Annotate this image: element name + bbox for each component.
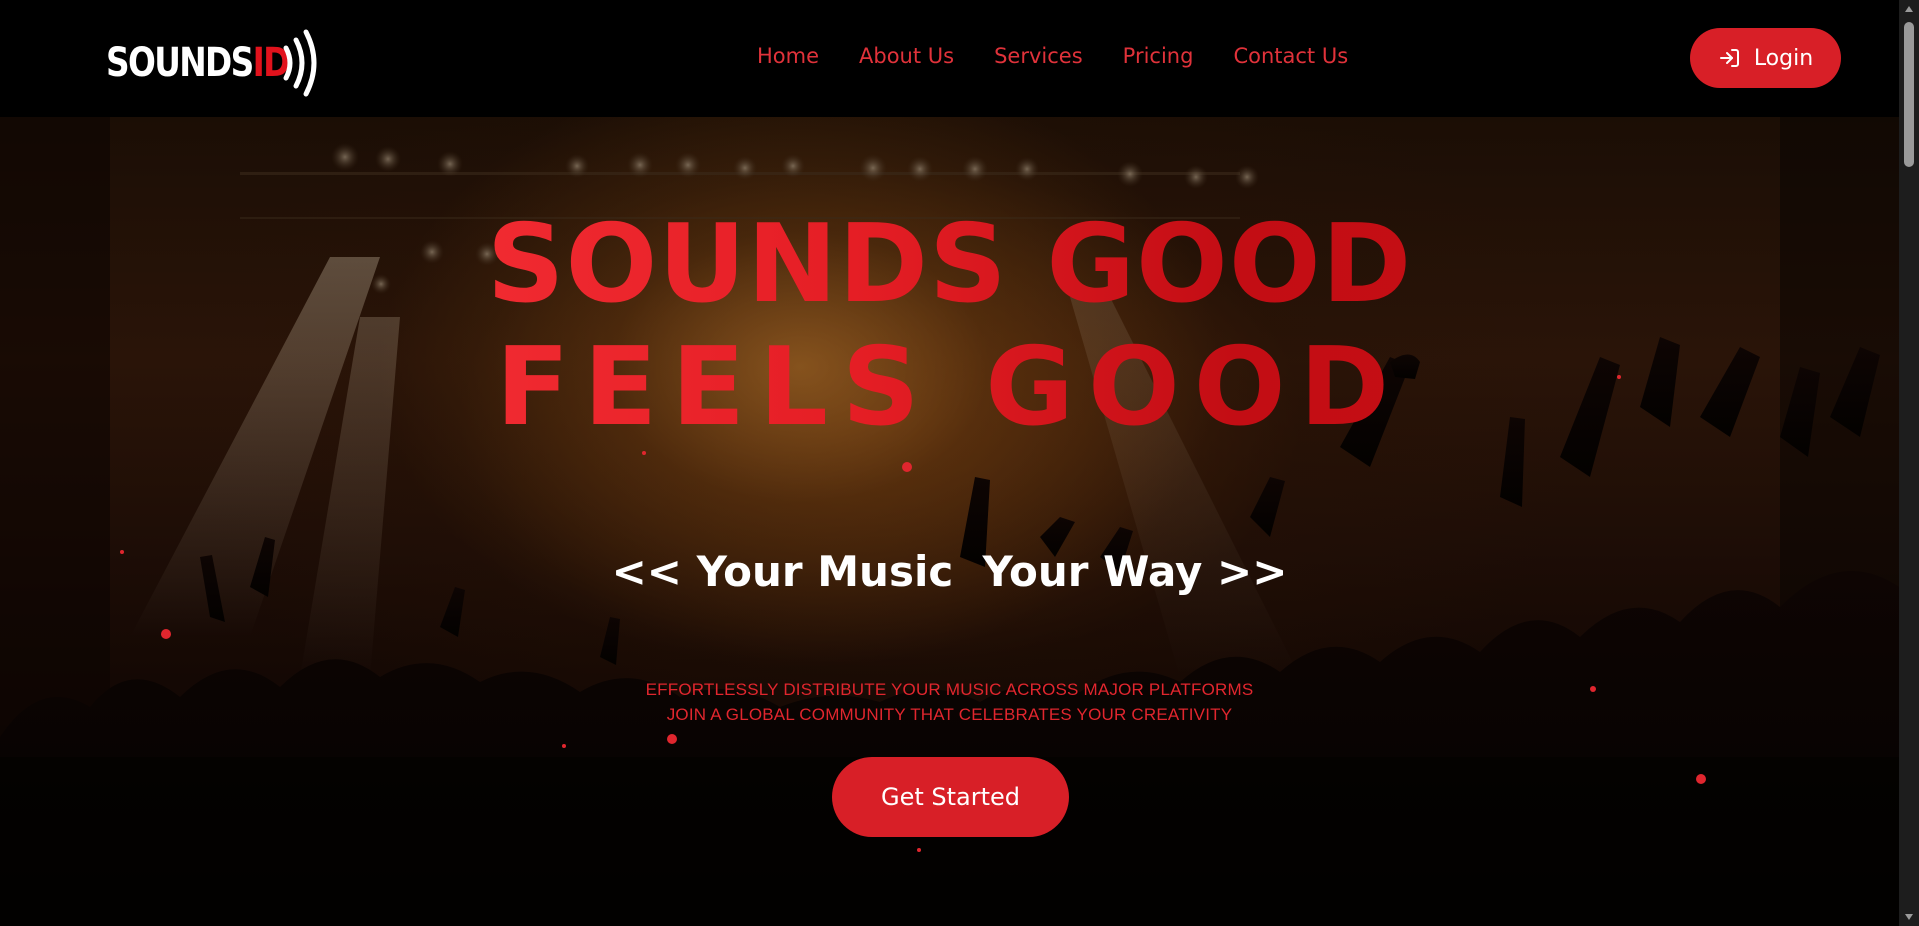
hero-section: SOUNDS GOOD FEELS GOOD << Your Music You… (0, 117, 1899, 926)
hero-headline-line2: FEELS GOOD (0, 325, 1899, 450)
nav-home[interactable]: Home (757, 44, 819, 68)
logo-text-main: SOUNDS (106, 40, 254, 86)
page-scrollbar[interactable] (1899, 0, 1919, 926)
logo-wordmark: SOUNDSID (106, 40, 290, 86)
sound-waves-icon (283, 29, 317, 97)
nav-about-us[interactable]: About Us (859, 44, 954, 68)
scrollbar-thumb[interactable] (1904, 22, 1914, 167)
hero-subtext-line2: JOIN A GLOBAL COMMUNITY THAT CELEBRATES … (666, 705, 1233, 724)
hero-tagline: << Your Music Your Way >> (611, 547, 1288, 596)
nav-contact-us[interactable]: Contact Us (1233, 44, 1348, 68)
get-started-button[interactable]: Get Started (832, 757, 1069, 837)
login-arrow-icon (1719, 49, 1739, 67)
nav-services[interactable]: Services (994, 44, 1083, 68)
brand-logo[interactable]: SOUNDSID (106, 26, 329, 100)
main-nav: Home About Us Services Pricing Contact U… (757, 44, 1348, 68)
hero-headline-line1: SOUNDS GOOD (0, 202, 1899, 327)
login-button[interactable]: Login (1690, 28, 1841, 88)
hero-subtext-line1: EFFORTLESSLY DISTRIBUTE YOUR MUSIC ACROS… (645, 680, 1254, 699)
nav-pricing[interactable]: Pricing (1123, 44, 1194, 68)
navbar: SOUNDSID Home About Us Services Pricing … (0, 0, 1899, 117)
scroll-up-arrow-icon[interactable] (1899, 0, 1919, 18)
scroll-down-arrow-icon[interactable] (1899, 908, 1919, 926)
landing-page: SOUNDSID Home About Us Services Pricing … (0, 0, 1899, 926)
login-label: Login (1753, 45, 1814, 71)
